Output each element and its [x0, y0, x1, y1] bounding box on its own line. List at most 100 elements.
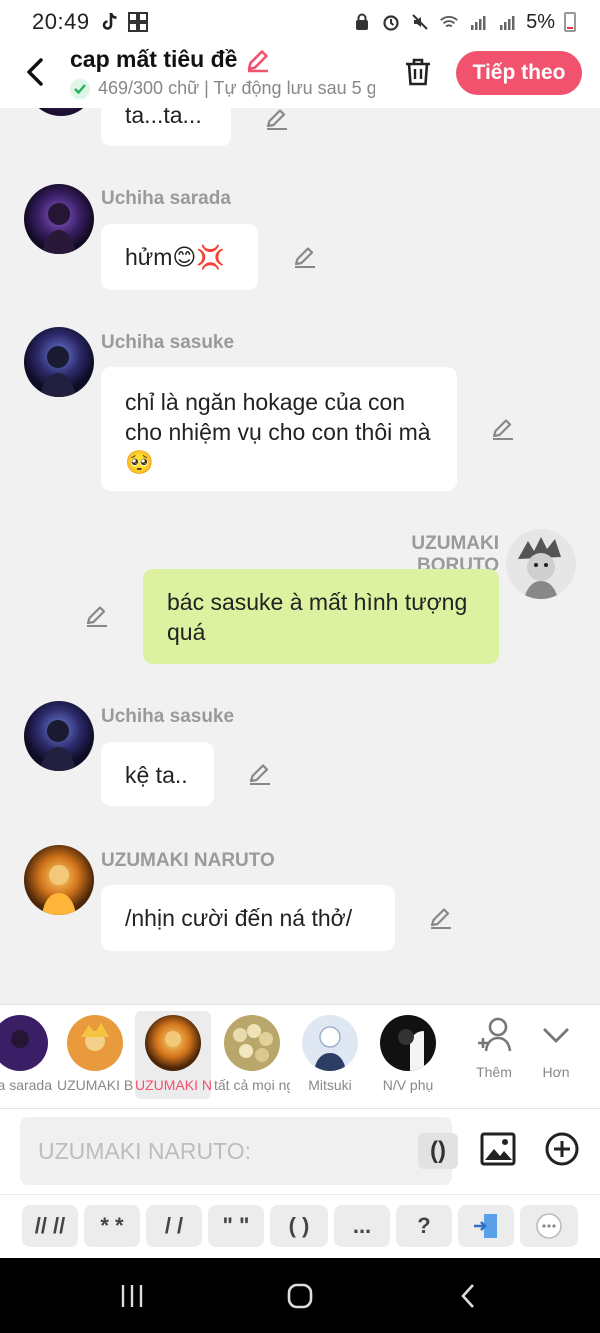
delete-button[interactable] [402, 56, 434, 88]
character-uchiha-sarada[interactable]: Uchiha sarada [0, 1011, 52, 1099]
trash-icon [406, 58, 430, 86]
message-bubble[interactable]: /nhịn cười đến ná thở/ [101, 885, 395, 951]
back-button[interactable] [20, 54, 50, 90]
character-name: UZUMAKI BORUTO [57, 1077, 133, 1093]
character-avatar [0, 1015, 48, 1071]
home-icon [287, 1283, 313, 1309]
character-avatar [380, 1015, 436, 1071]
avatar-uzumaki-boruto[interactable] [506, 529, 576, 599]
chevron-down-icon [543, 1028, 569, 1043]
character-nv-phu[interactable]: N/V phụ [370, 1011, 446, 1099]
check-icon [70, 78, 90, 99]
exit-door-icon [474, 1214, 497, 1238]
message-bubble[interactable]: chỉ là ngăn hokage của con cho nhiệm vụ … [101, 367, 457, 491]
message-bubble[interactable]: kệ ta.. [101, 742, 214, 806]
message-text: kệ ta.. [125, 762, 188, 788]
avatar-uchiha-sasuke[interactable] [24, 701, 94, 771]
character-avatar [67, 1015, 123, 1071]
add-character-button[interactable]: Thêm [464, 1015, 524, 1080]
sender-name: UZUMAKI NARUTO [101, 850, 275, 871]
chevron-left-icon [27, 58, 43, 86]
sender-name: Uchiha sasuke [101, 706, 235, 727]
character-selector: Uchiha sarada UZUMAKI BORUTO UZUMAKI NAR… [0, 1004, 600, 1108]
edit-message-icon[interactable] [292, 244, 318, 270]
home-button[interactable] [280, 1280, 320, 1312]
avatar-uchiha-sasuke[interactable] [24, 327, 94, 397]
system-nav-bar [0, 1258, 600, 1333]
character-avatar [224, 1015, 280, 1071]
character-mitsuki[interactable]: Mitsuki [292, 1011, 368, 1099]
signal-2-icon [497, 12, 517, 32]
recents-icon [121, 1285, 143, 1307]
next-button[interactable]: Tiếp theo [456, 51, 582, 95]
status-bar: 20:49 5% [0, 0, 600, 44]
quick-slash-button[interactable]: / / [146, 1205, 202, 1247]
character-uzumaki-boruto[interactable]: UZUMAKI BORUTO [57, 1011, 133, 1099]
message-bubble[interactable]: hửm😊💢 [101, 224, 258, 290]
edit-message-icon[interactable] [84, 603, 110, 629]
character-tat-ca-moi-nguoi[interactable]: tất cả mọi người [214, 1011, 290, 1099]
plus-circle-icon [545, 1132, 579, 1166]
battery-percent: 5% [526, 10, 555, 33]
status-time: 20:49 [32, 9, 90, 34]
sender-name: Uchiha sarada [101, 188, 231, 209]
battery-icon [564, 12, 576, 32]
message-bubble[interactable]: ta...ta... [101, 108, 231, 146]
story-title-text: cap mất tiêu đề [70, 46, 238, 72]
message-bubble-mine[interactable]: bác sasuke à mất hình tượng quá [143, 569, 499, 664]
character-name: UZUMAKI NARUTO [135, 1077, 211, 1093]
back-icon [461, 1284, 474, 1308]
editor-header: cap mất tiêu đề 469/300 chữ | Tự động lư… [0, 44, 600, 108]
quick-exit-button[interactable] [458, 1205, 514, 1247]
add-character-label: Thêm [476, 1064, 512, 1080]
lock-icon [352, 12, 372, 32]
edit-message-icon[interactable] [428, 905, 454, 931]
back-nav-button[interactable] [448, 1280, 488, 1312]
chat-area[interactable]: ta...ta... Uchiha sarada hửm😊💢 Uchiha sa… [0, 108, 600, 1004]
character-name: N/V phụ [382, 1077, 434, 1093]
message-input-bar: () [0, 1108, 600, 1194]
sender-name: Uchiha sasuke [101, 332, 235, 353]
quick-double-slash-button[interactable]: // // [22, 1205, 78, 1247]
edit-message-icon[interactable] [247, 761, 273, 787]
message-text: chỉ là ngăn hokage của con cho nhiệm vụ … [125, 389, 431, 475]
message-text: /nhịn cười đến ná thở/ [125, 905, 353, 931]
character-uzumaki-naruto[interactable]: UZUMAKI NARUTO [135, 1011, 211, 1099]
edit-message-icon[interactable] [490, 416, 516, 442]
message-text: bác sasuke à mất hình tượng quá [167, 589, 468, 645]
message-input[interactable] [38, 1117, 398, 1185]
message-text: ta...ta... [125, 108, 202, 128]
edit-message-icon[interactable] [264, 108, 290, 132]
character-avatar [302, 1015, 358, 1071]
alarm-icon [381, 12, 401, 32]
message-input-container: () [20, 1117, 458, 1185]
edit-title-icon[interactable] [245, 47, 271, 73]
mute-icon [410, 12, 430, 32]
quick-more-button[interactable] [520, 1205, 578, 1247]
more-label: Hơn [542, 1064, 570, 1080]
add-person-icon [478, 1017, 512, 1052]
quick-quote-button[interactable]: " " [208, 1205, 264, 1247]
story-title[interactable]: cap mất tiêu đề [70, 46, 271, 73]
recent-apps-button[interactable] [112, 1280, 152, 1312]
avatar-uchiha-sarada[interactable] [24, 184, 94, 254]
quick-asterisk-button[interactable]: * * [84, 1205, 140, 1247]
tiktok-icon [100, 12, 120, 32]
parentheses-button[interactable]: () [418, 1133, 458, 1169]
wifi-icon [439, 12, 459, 32]
avatar-uzumaki-naruto[interactable] [24, 845, 94, 915]
quick-question-button[interactable]: ? [396, 1205, 452, 1247]
signal-icon [468, 12, 488, 32]
character-name: Mitsuki [308, 1077, 352, 1093]
character-avatar [145, 1015, 201, 1071]
quick-ellipsis-button[interactable]: ... [334, 1205, 390, 1247]
more-dots-icon [536, 1213, 562, 1239]
more-button[interactable]: Hơn [526, 1015, 586, 1080]
autosave-status: 469/300 chữ | Tự động lưu sau 5 giây [70, 78, 375, 99]
insert-image-button[interactable] [480, 1131, 516, 1167]
quick-symbols-bar: // // * * / / " " ( ) ... ? [0, 1194, 600, 1258]
avatar-uchiha-sarada-top[interactable] [26, 108, 96, 116]
add-button[interactable] [544, 1131, 580, 1167]
gallery-app-icon [127, 12, 148, 32]
quick-paren-button[interactable]: ( ) [270, 1205, 328, 1247]
